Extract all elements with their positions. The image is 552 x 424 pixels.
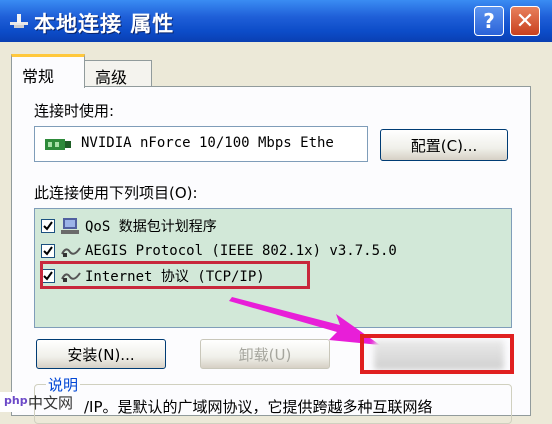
red-highlight-box: [360, 334, 514, 374]
description-text: /IP。是默认的广域网协议，它提供跨越多种互联网络: [84, 398, 433, 416]
tab-general[interactable]: 常规: [11, 54, 85, 88]
install-button[interactable]: 安装(N)...: [36, 339, 166, 369]
watermark-brand: php: [4, 394, 28, 407]
uninstall-button[interactable]: 卸载(U): [200, 339, 330, 369]
watermark-text: 中文网: [28, 394, 74, 412]
